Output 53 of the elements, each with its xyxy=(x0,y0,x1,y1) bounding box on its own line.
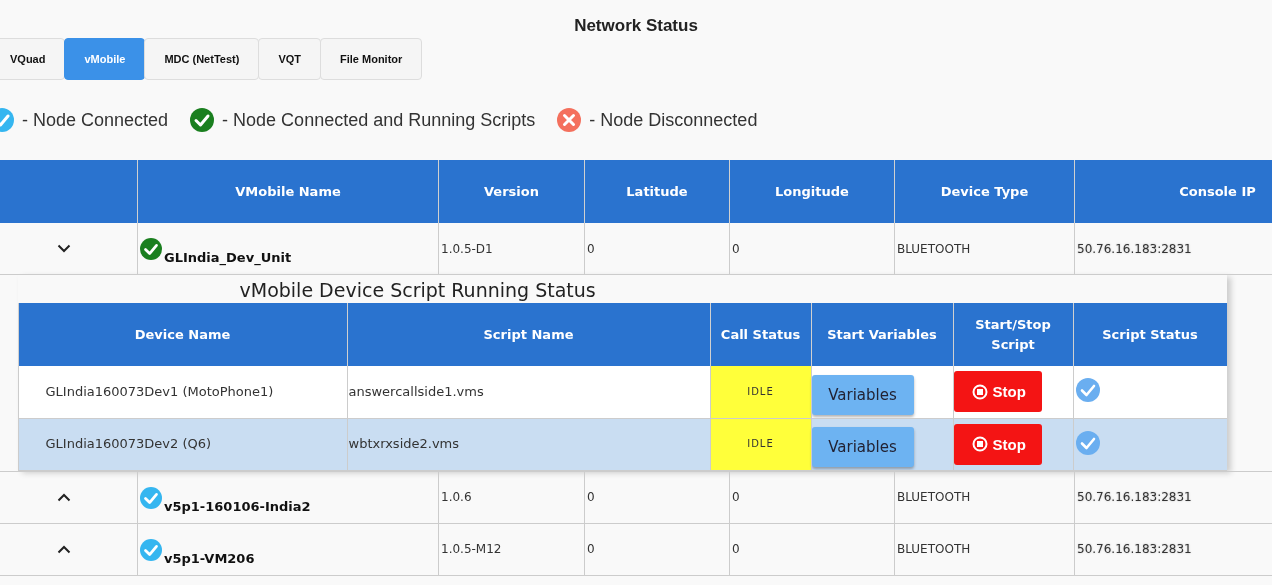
table-row[interactable]: GLIndia160073Dev1 (MotoPhone1) answercallside1.vms IDLE Variables Stop xyxy=(18,366,1227,418)
device-name: GLIndia160073Dev1 (MotoPhone1) xyxy=(45,383,274,399)
tab[interactable]: VQuad xyxy=(0,38,66,80)
page-title: Network Status xyxy=(573,15,699,37)
column-header: Call Status xyxy=(710,303,811,366)
vmobile-name: GLIndia_Dev_Unit xyxy=(164,250,292,265)
call-status-cell: IDLE xyxy=(710,418,811,470)
variables-button[interactable]: Variables xyxy=(811,427,914,467)
stop-circle-icon xyxy=(971,383,988,400)
table-row[interactable]: GLIndia160073Dev2 (Q6) wbtxrxside2.vms IDLE Variables Stop xyxy=(18,418,1227,470)
table-cell: 0 xyxy=(729,223,895,275)
column-header: Script Name xyxy=(347,303,710,366)
column-header: Start/Stop Script xyxy=(953,303,1073,366)
script-name: wbtxrxside2.vms xyxy=(348,436,460,452)
stop-circle-icon xyxy=(971,436,988,452)
table-cell: 0 xyxy=(584,523,730,575)
column-header: Device Type xyxy=(894,160,1075,223)
table-cell: BLUETOOTH xyxy=(894,471,1075,523)
tab[interactable]: MDC (NetTest) xyxy=(144,38,260,80)
tab[interactable]: VQT xyxy=(258,38,321,80)
column-header: Script Status xyxy=(1073,303,1227,366)
script-name: answercallside1.vms xyxy=(348,383,484,399)
column-header: VMobile Name xyxy=(137,160,439,223)
table-cell: 0 xyxy=(729,523,895,575)
device-name: GLIndia160073Dev2 (Q6) xyxy=(45,436,212,452)
table-cell: BLUETOOTH xyxy=(894,223,1075,275)
table-cell: 0 xyxy=(584,471,730,523)
vmobile-name: v5p1-VM206 xyxy=(164,550,255,566)
column-header: Longitude xyxy=(729,160,895,223)
table-cell: 0 xyxy=(729,471,895,523)
legend-label: - Node Connected xyxy=(22,109,169,131)
stop-button[interactable]: Stop xyxy=(953,371,1042,413)
table-cell: 1.0.5-M12 xyxy=(438,523,585,575)
column-header: Device Name xyxy=(18,303,347,366)
column-header: Start Variables xyxy=(811,303,953,366)
call-status-cell: IDLE xyxy=(710,366,811,418)
column-header: Console IP xyxy=(1074,160,1272,223)
vmobile-name: v5p1-160106-India2 xyxy=(164,498,311,514)
column-header: Version xyxy=(438,160,585,223)
tab[interactable]: File Monitor xyxy=(320,38,423,80)
stop-button[interactable]: Stop xyxy=(953,423,1042,465)
legend-label: - Node Connected and Running Scripts xyxy=(222,109,536,131)
table-cell: 1.0.6 xyxy=(438,471,585,523)
table-cell: 1.0.5-D1 xyxy=(438,223,585,275)
table-cell: 50.76.16.183:2831 xyxy=(1074,471,1272,523)
legend-label: - Node Disconnected xyxy=(589,109,758,131)
table-cell: 50.76.16.183:2831 xyxy=(1074,523,1272,575)
table-cell: BLUETOOTH xyxy=(894,523,1075,575)
variables-button[interactable]: Variables xyxy=(811,374,914,415)
panel-title: vMobile Device Script Running Status xyxy=(239,279,596,301)
column-header: Latitude xyxy=(584,160,730,223)
table-cell: 50.76.16.183:2831 xyxy=(1074,223,1272,275)
table-cell: 0 xyxy=(584,223,730,275)
